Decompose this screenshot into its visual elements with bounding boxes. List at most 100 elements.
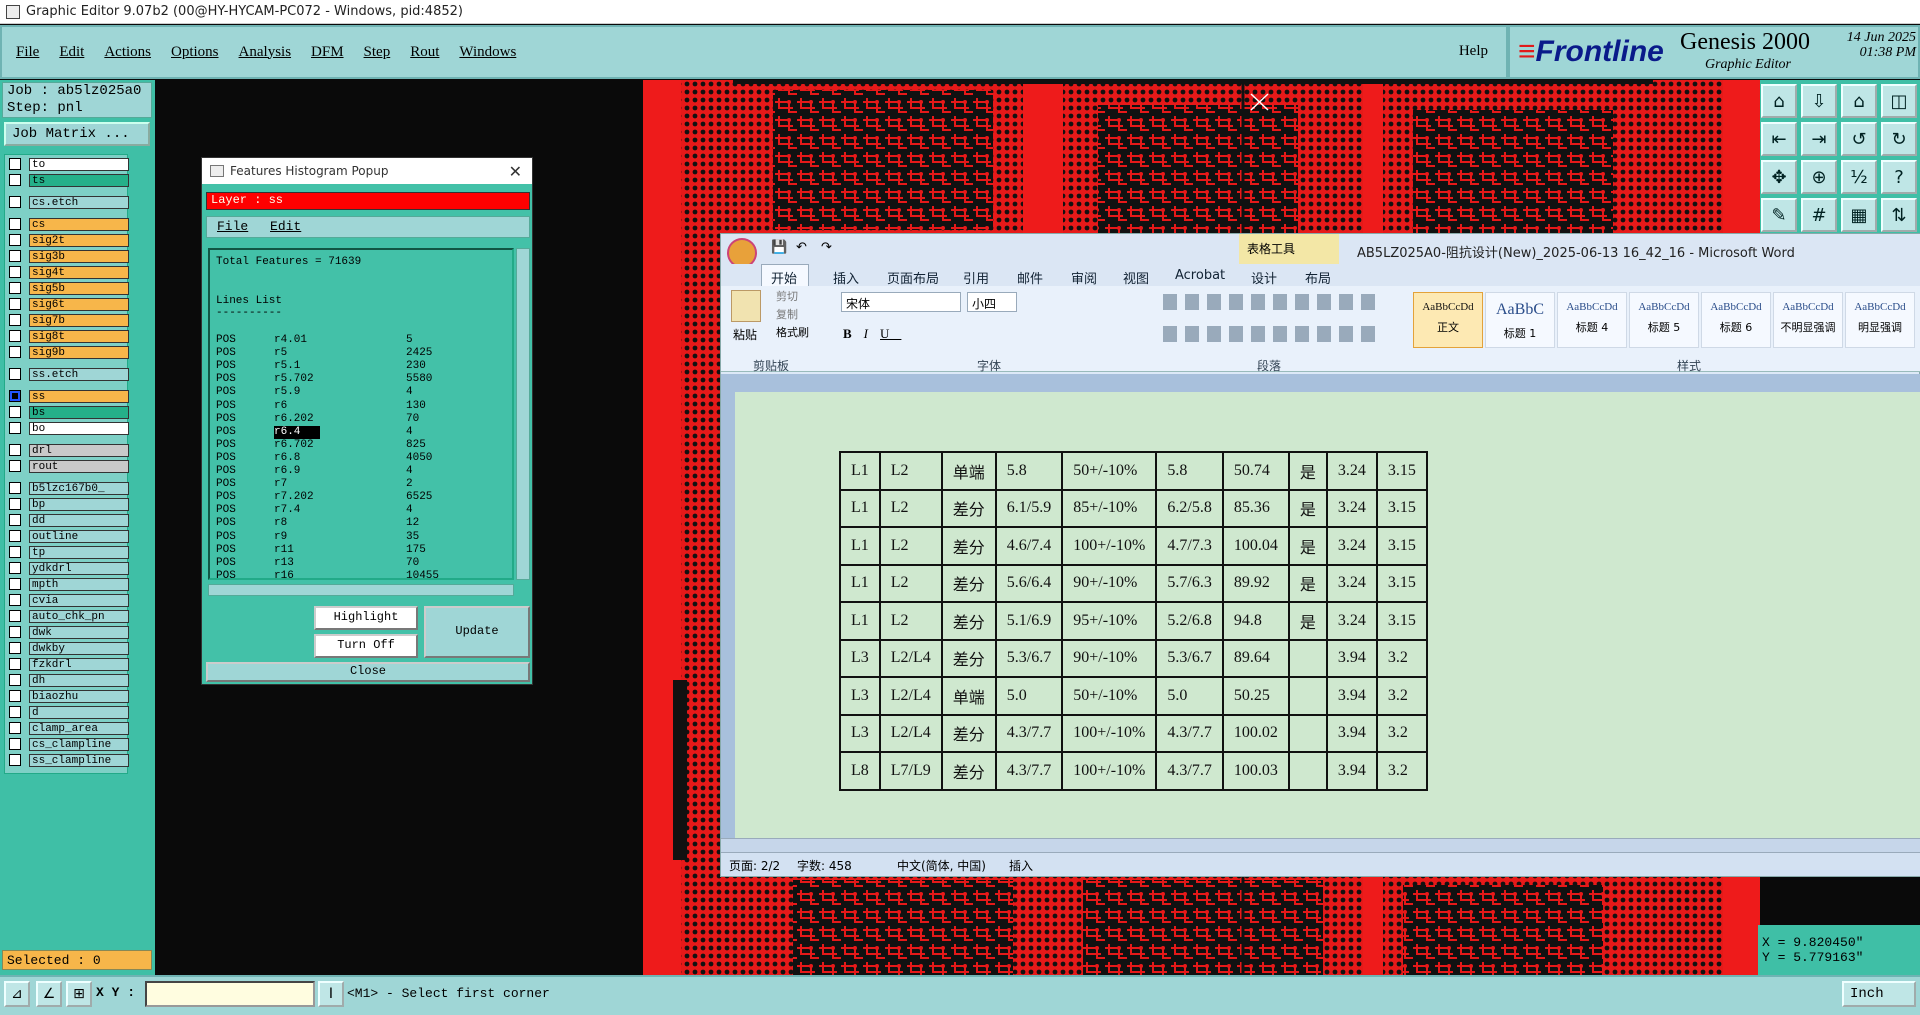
layer-row[interactable]: dh	[7, 673, 129, 687]
table-cell[interactable]: 3.15	[1375, 563, 1428, 603]
layer-checkbox[interactable]	[9, 642, 21, 654]
table-cell[interactable]: 3.24	[1325, 526, 1378, 566]
layer-row[interactable]: cvia	[7, 593, 129, 607]
row-symbol[interactable]: r7	[274, 478, 287, 491]
row-count[interactable]: 5580	[406, 373, 432, 386]
layer-checkbox[interactable]	[9, 482, 21, 494]
row-symbol[interactable]: r6.702	[274, 439, 314, 452]
row-polarity[interactable]: POS	[216, 544, 236, 557]
row-polarity[interactable]: POS	[216, 334, 236, 347]
table-cell[interactable]: L3	[839, 713, 881, 753]
turn-off-button[interactable]: Turn Off	[314, 634, 418, 658]
copy-button[interactable]: 复制	[776, 306, 798, 322]
save-view-icon[interactable]: ⇩	[1801, 84, 1837, 118]
table-cell[interactable]: 是	[1287, 451, 1328, 491]
table-cell[interactable]: 5.0	[1155, 676, 1224, 716]
list-vertical-scrollbar[interactable]	[516, 248, 530, 580]
layer-name[interactable]: auto_chk_pn	[29, 609, 129, 623]
table-cell[interactable]: 100.04	[1221, 526, 1290, 566]
row-count[interactable]: 230	[406, 360, 426, 373]
layer-name[interactable]: clamp_area	[29, 721, 129, 735]
layer-checkbox[interactable]	[9, 314, 21, 326]
table-cell[interactable]: L2/L4	[878, 676, 943, 716]
popup-menu-file[interactable]: File	[217, 219, 248, 234]
layer-name[interactable]: sig2t	[29, 233, 129, 247]
table-cell[interactable]: 90+/-10%	[1061, 638, 1158, 678]
layer-row[interactable]: bs	[7, 405, 129, 419]
layer-checkbox[interactable]	[9, 174, 21, 186]
popup-menu-edit[interactable]: Edit	[270, 219, 301, 234]
layer-row[interactable]: d	[7, 705, 129, 719]
layer-name[interactable]: sig8t	[29, 329, 129, 343]
row-polarity[interactable]: POS	[216, 347, 236, 360]
table-cell[interactable]: 3.15	[1375, 451, 1428, 491]
menu-options[interactable]: Options	[171, 44, 219, 61]
layer-name[interactable]: mpth	[29, 577, 129, 591]
zoom-center-icon[interactable]: ⊕	[1801, 160, 1837, 194]
layer-name[interactable]: drl	[29, 443, 129, 457]
layer-name[interactable]: bs	[29, 405, 129, 419]
table-cell[interactable]: L1	[839, 488, 881, 528]
font-size-select[interactable]: 小四	[967, 292, 1017, 312]
row-polarity[interactable]: POS	[216, 517, 236, 530]
style-item[interactable]: AaBbCcDd 正文	[1413, 292, 1483, 348]
style-item[interactable]: AaBbC 标题 1	[1485, 292, 1555, 348]
layer-name[interactable]: sig3b	[29, 249, 129, 263]
layer-checkbox[interactable]	[9, 738, 21, 750]
table-cell[interactable]: L2/L4	[878, 713, 943, 753]
layer-name[interactable]: to	[29, 157, 129, 171]
redo-icon[interactable]: ↷	[821, 240, 832, 255]
layer-name[interactable]: sig7b	[29, 313, 129, 327]
row-count[interactable]: 4	[406, 504, 413, 517]
layer-row[interactable]: ts	[7, 173, 129, 187]
menu-dfm[interactable]: DFM	[311, 44, 344, 61]
table-cell[interactable]: L1	[839, 451, 881, 491]
layer-row[interactable]: sig7b	[7, 313, 129, 327]
tab-acrobat[interactable]: Acrobat	[1175, 268, 1225, 283]
layer-checkbox[interactable]	[9, 298, 21, 310]
menu-rout[interactable]: Rout	[410, 44, 439, 61]
layer-checkbox[interactable]	[9, 234, 21, 246]
table-cell[interactable]: 94.8	[1221, 601, 1290, 641]
table-cell[interactable]: 是	[1287, 488, 1328, 528]
layer-name[interactable]: cs	[29, 217, 129, 231]
tab-page-layout[interactable]: 页面布局	[887, 268, 939, 287]
layer-name[interactable]: dh	[29, 673, 129, 687]
zoom-home-icon[interactable]: ⌂	[1761, 84, 1797, 118]
row-polarity[interactable]: POS	[216, 531, 236, 544]
insert-mode[interactable]: 插入	[1009, 857, 1033, 874]
table-cell[interactable]: 5.3/6.7	[1155, 638, 1224, 678]
horizontal-scrollbar[interactable]	[721, 838, 1920, 852]
table-cell[interactable]: 100+/-10%	[1061, 751, 1158, 791]
row-symbol[interactable]: r13	[274, 557, 294, 570]
layer-checkbox[interactable]	[9, 390, 21, 402]
layer-row[interactable]: to	[7, 157, 129, 171]
tab-mailings[interactable]: 邮件	[1017, 268, 1043, 287]
row-symbol[interactable]: r7.202	[274, 491, 314, 504]
table-cell[interactable]: 3.2	[1375, 638, 1428, 678]
row-symbol[interactable]: r6.4	[274, 425, 321, 439]
layer-name[interactable]: dwkby	[29, 641, 129, 655]
layer-checkbox[interactable]	[9, 460, 21, 472]
snap-icon[interactable]: ✎	[1761, 198, 1797, 232]
row-symbol[interactable]: r6.202	[274, 413, 314, 426]
layer-name[interactable]: dwk	[29, 625, 129, 639]
layer-checkbox[interactable]	[9, 594, 21, 606]
table-cell[interactable]: 4.3/7.7	[1155, 751, 1224, 791]
paste-label[interactable]: 粘贴	[733, 326, 757, 343]
table-cell[interactable]: L2	[878, 451, 943, 491]
layer-checkbox[interactable]	[9, 368, 21, 380]
layer-name[interactable]: sig9b	[29, 345, 129, 359]
layer-row[interactable]: ss.etch	[7, 367, 129, 381]
format-painter-button[interactable]: 格式刷	[776, 324, 809, 340]
layer-name[interactable]: sig4t	[29, 265, 129, 279]
close-button[interactable]: Close	[206, 662, 530, 682]
layer-row[interactable]: ydkdrl	[7, 561, 129, 575]
table-cell[interactable]: 4.7/7.3	[1155, 526, 1224, 566]
pan-left-icon[interactable]: ⇤	[1761, 122, 1797, 156]
layer-name[interactable]: cs_clampline	[29, 737, 129, 751]
table-cell[interactable]: 差分	[940, 751, 997, 791]
table-cell[interactable]: 5.6/6.4	[994, 563, 1064, 603]
row-symbol[interactable]: r6	[274, 400, 287, 413]
layer-checkbox[interactable]	[9, 330, 21, 342]
